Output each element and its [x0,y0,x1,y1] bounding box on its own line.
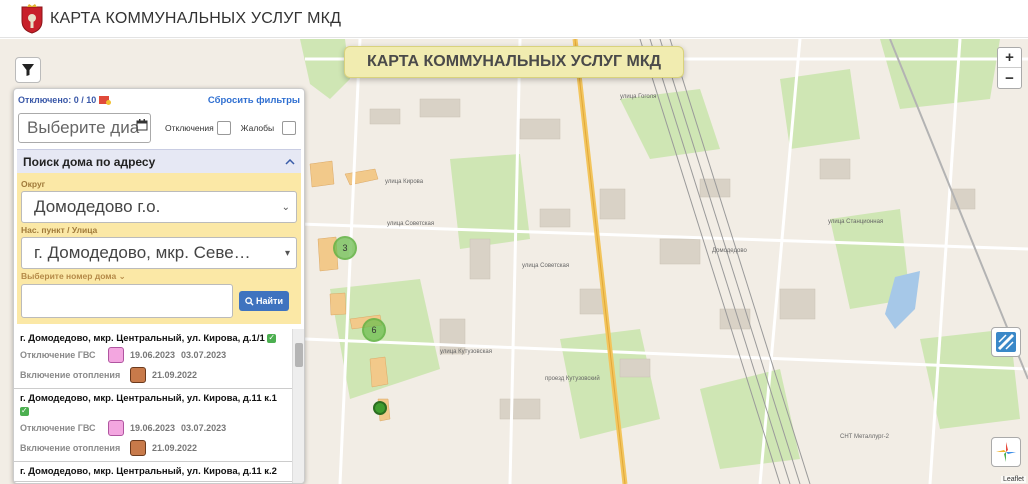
find-button[interactable]: Найти [239,291,289,311]
zoom-control: + − [997,47,1022,89]
house-number-label-text: Выберите номер дома [21,271,117,281]
address-search-form: Округ Домодедово г.о. ⌄ Нас. пункт / Ули… [17,173,301,324]
coat-of-arms-logo [21,3,43,34]
map-label: проезд Кутузовский [545,376,600,382]
map-label: СНТ Металлург-2 [840,434,890,440]
house-search-row: Найти [21,284,297,318]
street-label: Нас. пункт / Улица [21,225,98,235]
chevron-down-icon: ⌄ [281,201,290,213]
heating-label: Включение отопления [20,443,121,453]
find-button-label: Найти [256,296,283,306]
result-address: г. Домодедово, мкр. Центральный, ул. Кир… [20,393,277,404]
heating-date: 21.09.2022 [152,443,198,453]
gvs-from-date: 19.06.2023 [130,423,176,433]
filter-panel: Отключено: 0 / 10 Сбросить фильтры Выбер… [13,88,305,484]
result-address: г. Домодедово, мкр. Центральный, ул. Кир… [20,333,265,344]
list-item[interactable]: г. Домодедово, мкр. Центральный, ул. Кир… [14,389,304,462]
calendar-icon [136,119,148,131]
house-number-label: Выберите номер дома ⌄ [21,271,126,281]
chevron-up-icon [285,158,295,165]
map-label: Домодедово [712,248,747,254]
heating-date: 21.09.2022 [152,370,198,380]
outage-counter-text: Отключено: 0 / 10 [18,95,97,105]
results-list: г. Домодедово, мкр. Центральный, ул. Кир… [14,329,304,483]
filter-row: Выберите диа Отключения Жалобы [14,111,304,145]
zoom-in-button[interactable]: + [998,48,1021,68]
map-layers-button[interactable] [991,437,1021,467]
map-banner: КАРТА КОММУНАЛЬНЫХ УСЛУГ МКД [344,46,684,78]
address-search-toggle[interactable]: Поиск дома по адресу [17,149,301,173]
filter-icon [22,64,34,76]
check-icon [20,404,29,417]
map-label: улица Станционная [828,219,884,225]
district-select[interactable]: Домодедово г.о. ⌄ [21,191,297,223]
results-scrollbar[interactable] [292,329,304,483]
gvs-label: Отключение ГВС [20,423,96,433]
map-house-marker[interactable] [373,401,387,415]
result-address: г. Домодедово, мкр. Центральный, ул. Кир… [20,466,277,477]
check-icon [267,331,277,344]
district-value: Домодедово г.о. [34,197,161,216]
street-value: г. Домодедово, мкр. Севе… [34,243,251,262]
map-label: улица Кирова [385,179,424,185]
gvs-to-date: 03.07.2023 [181,350,227,360]
map-attribution[interactable]: Leaflet [1000,476,1026,483]
district-label: Округ [21,179,46,189]
list-item[interactable]: г. Домодедово, мкр. Центральный, ул. Кир… [14,462,304,482]
outage-counter: Отключено: 0 / 10 [18,95,112,105]
zoom-out-button[interactable]: − [998,68,1021,88]
date-placeholder: Выберите диа [27,118,140,137]
app-title: КАРТА КОММУНАЛЬНЫХ УСЛУГ МКД [50,9,342,27]
map-tool-button[interactable] [991,327,1021,357]
map-label: улица Кутузовская [440,349,492,355]
colorful-star-icon [996,442,1016,462]
radiator-icon [130,367,146,383]
street-select[interactable]: г. Домодедово, мкр. Севе… ▾ [21,237,297,269]
hot-water-icon [108,420,124,436]
gvs-to-date: 03.07.2023 [181,423,227,433]
scrollbar-thumb[interactable] [295,343,303,367]
complaints-checkbox[interactable] [282,121,297,135]
search-icon [245,296,254,306]
caret-down-icon: ▾ [284,247,290,259]
top-bar: КАРТА КОММУНАЛЬНЫХ УСЛУГ МКД [0,0,1028,38]
address-search-title: Поиск дома по адресу [23,154,156,169]
list-item[interactable]: г. Домодедово, мкр. Центральный, ул. Кир… [14,329,304,389]
house-number-input[interactable] [21,284,233,318]
date-picker-input[interactable]: Выберите диа [18,113,151,143]
panel-header: Отключено: 0 / 10 Сбросить фильтры [14,89,304,111]
map-label: улица Гоголя [620,94,657,100]
gvs-from-date: 19.06.2023 [130,350,176,360]
reset-filters-link[interactable]: Сбросить фильтры [208,95,300,106]
complaints-checkbox-label: Жалобы [240,123,275,133]
map-cluster-marker[interactable]: 3 [333,236,357,260]
ruler-icon [996,332,1016,352]
outages-checkbox-label: Отключения [165,123,214,133]
heating-label: Включение отопления [20,370,121,380]
radiator-icon [130,440,146,456]
gvs-label: Отключение ГВС [20,350,96,360]
calendar-alert-icon [99,96,112,105]
map-cluster-marker[interactable]: 6 [362,318,386,342]
outages-checkbox[interactable] [216,121,231,135]
map-label: улица Советская [387,221,435,227]
hot-water-icon [108,347,124,363]
filter-toggle-button[interactable] [15,57,41,83]
map-label: улица Советская [522,263,570,269]
